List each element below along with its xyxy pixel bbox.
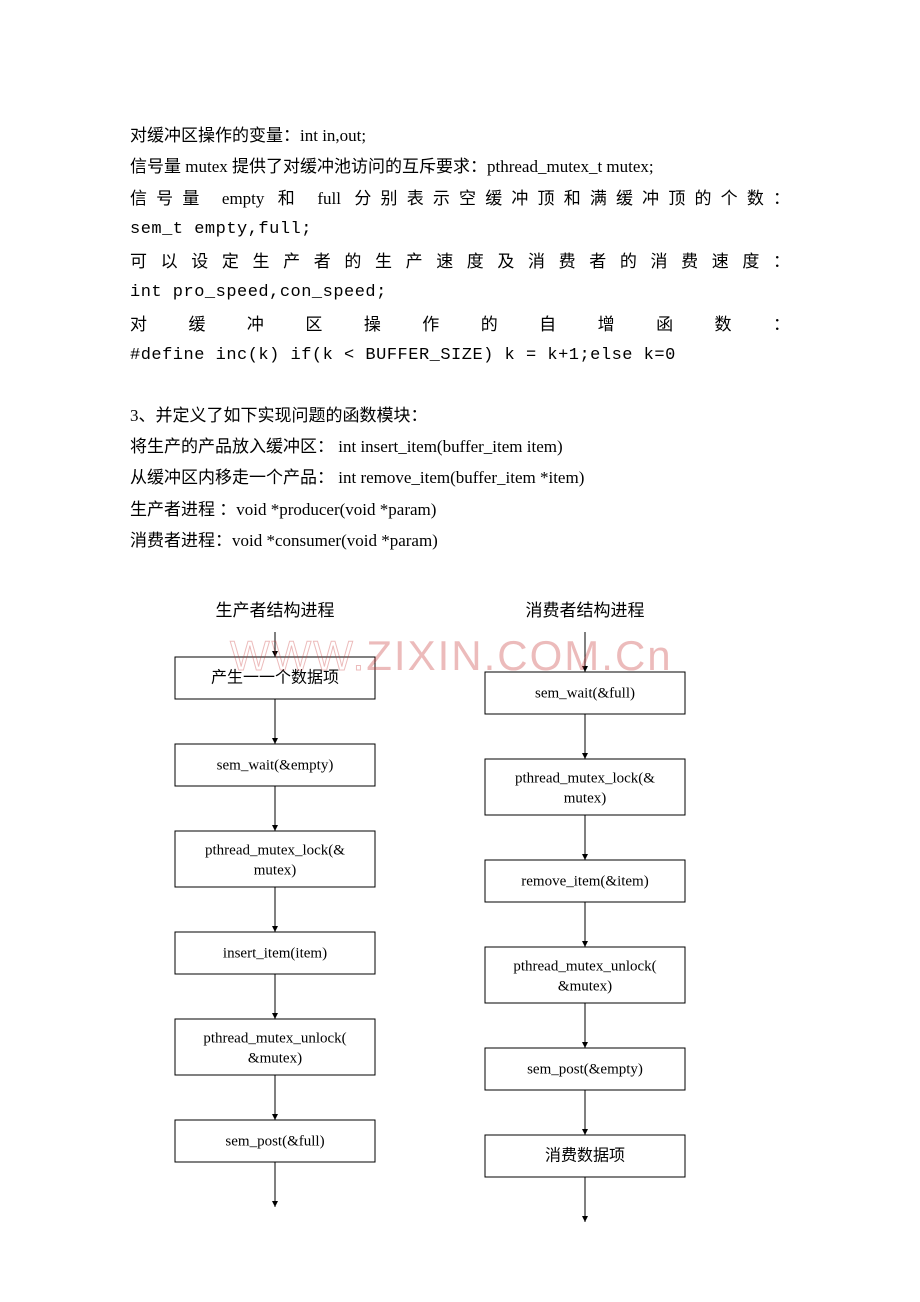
consumer-step-5: sem_post(&empty) <box>527 1062 643 1078</box>
line-empty-full-code: sem_t empty,full; <box>130 214 790 245</box>
func-producer: 生产者进程 ：void *producer(void *param) <box>130 494 790 525</box>
func-remove: 从缓冲区内移走一个产品： int remove_item(buffer_item… <box>130 462 790 493</box>
consumer-step-3: remove_item(&item) <box>521 874 648 890</box>
producer-step-2: sem_wait(&empty) <box>217 758 334 774</box>
flowchart-container: WWW.ZIXIN.COM.Cn 生产者结构进程 产生一一个数据项 s <box>150 595 790 1232</box>
consumer-step-2a: pthread_mutex_lock(& <box>515 771 655 787</box>
consumer-step-1: sem_wait(&full) <box>535 686 635 702</box>
consumer-svg: sem_wait(&full) pthread_mutex_lock(& mut… <box>460 632 710 1232</box>
producer-step-5a: pthread_mutex_unlock( <box>203 1031 346 1047</box>
consumer-step-6: 消费数据项 <box>545 1147 625 1165</box>
func-consumer: 消费者进程：void *consumer(void *param) <box>130 525 790 556</box>
line-empty-full-desc: 信号量 empty 和 full 分别表示空缓冲顶和满缓冲顶的个数： <box>130 183 790 214</box>
consumer-flowchart: 消费者结构进程 sem_wait(&full) pthread_mutex_lo… <box>460 595 710 1232</box>
section-3-header: 3、并定义了如下实现问题的函数模块： <box>130 400 790 431</box>
consumer-title: 消费者结构进程 <box>460 595 710 626</box>
line-inc-desc: 对缓冲区操作的自增函数： <box>130 309 790 340</box>
producer-flowchart: 生产者结构进程 产生一一个数据项 sem_wait(&empty) <box>150 595 400 1232</box>
producer-step-1: 产生一一个数据项 <box>211 669 339 687</box>
line-speed-code: int pro_speed,con_speed; <box>130 277 790 308</box>
producer-title: 生产者结构进程 <box>150 595 400 626</box>
producer-step-3a: pthread_mutex_lock(& <box>205 843 345 859</box>
producer-step-4: insert_item(item) <box>223 946 327 962</box>
consumer-step-4b: &mutex) <box>558 979 612 995</box>
document-page: 对缓冲区操作的变量：int in,out; 信号量 mutex 提供了对缓冲池访… <box>0 0 920 1292</box>
line-mutex: 信号量 mutex 提供了对缓冲池访问的互斥要求：pthread_mutex_t… <box>130 151 790 182</box>
consumer-step-2b: mutex) <box>564 791 607 807</box>
line-inc-code: #define inc(k) if(k < BUFFER_SIZE) k = k… <box>130 340 790 371</box>
line-buffer-vars: 对缓冲区操作的变量：int in,out; <box>130 120 790 151</box>
producer-svg: 产生一一个数据项 sem_wait(&empty) pthread_mutex_… <box>150 632 400 1232</box>
producer-step-6: sem_post(&full) <box>225 1134 324 1150</box>
line-speed-desc: 可以设定生产者的生产速度及消费者的消费速度： <box>130 246 790 277</box>
func-insert: 将生产的产品放入缓冲区： int insert_item(buffer_item… <box>130 431 790 462</box>
consumer-step-4a: pthread_mutex_unlock( <box>513 959 656 975</box>
producer-step-5b: &mutex) <box>248 1051 302 1067</box>
producer-step-3b: mutex) <box>254 863 297 879</box>
